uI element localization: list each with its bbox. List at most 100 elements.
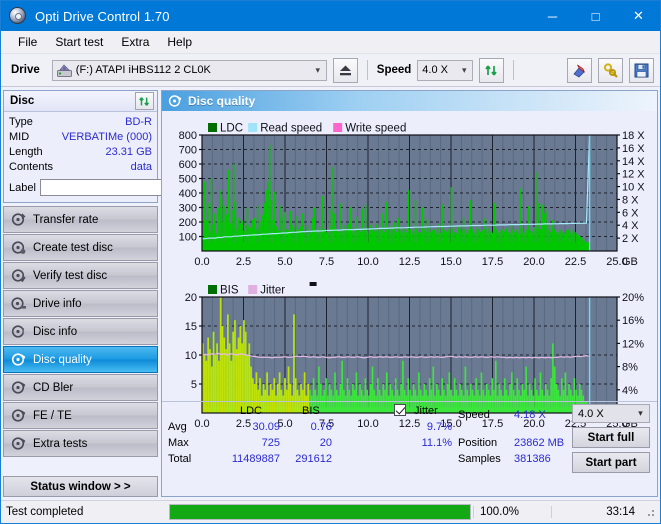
svg-text:8 X: 8 X xyxy=(622,194,639,206)
stats-speed-value: 4.18 X xyxy=(514,409,546,421)
stats-row-total-label: Total xyxy=(168,453,192,465)
left-panel: Disc Type BD-R MID VERBATIMe (000) Lengt… xyxy=(3,90,243,497)
sidebar-item-drive-info[interactable]: Drive info xyxy=(3,290,158,317)
stats-row-avg-label: Avg xyxy=(168,421,187,433)
stats-max-jitter: 11.1% xyxy=(421,437,452,449)
disc-extra-icon xyxy=(11,436,26,451)
toolbar: Drive (F:) ATAPI iHBS112 2 CL0K ▾ Speed xyxy=(1,54,660,87)
svg-text:17.5: 17.5 xyxy=(482,256,503,268)
svg-text:15: 15 xyxy=(185,321,197,333)
sidebar-item-label: Extra tests xyxy=(33,437,88,450)
refresh-button[interactable] xyxy=(479,57,505,83)
start-full-button[interactable]: Start full xyxy=(572,427,650,448)
disc-row-length-value: 23.31 GB xyxy=(105,146,152,158)
progress-bar xyxy=(169,504,471,520)
disc-quality-icon xyxy=(168,94,182,108)
menu-item-help[interactable]: Help xyxy=(158,33,201,51)
svg-text:16 X: 16 X xyxy=(622,143,645,155)
svg-text:5: 5 xyxy=(191,379,197,391)
stats-total-ldc: 11489887 xyxy=(231,453,280,465)
svg-text:10.0: 10.0 xyxy=(357,256,378,268)
sidebar-item-extra-tests[interactable]: Extra tests xyxy=(3,430,158,457)
elapsed-time: 33:14 xyxy=(551,506,643,518)
svg-text:700: 700 xyxy=(179,145,197,157)
start-part-button[interactable]: Start part xyxy=(572,452,650,473)
disc-drive-icon xyxy=(11,296,26,311)
stats-speed-label: Speed xyxy=(458,409,490,421)
disc-row-type-value: BD-R xyxy=(125,116,152,128)
disc-row-contents-key: Contents xyxy=(9,161,54,173)
disc-row-type: Type BD-R xyxy=(9,115,152,130)
sidebar-item-disc-quality[interactable]: Disc quality xyxy=(3,346,158,373)
svg-text:2.5: 2.5 xyxy=(236,256,251,268)
svg-text:20%: 20% xyxy=(622,292,644,304)
svg-text:600: 600 xyxy=(179,159,197,171)
disc-row-mid-key: MID xyxy=(9,131,30,143)
chevron-down-icon: ▾ xyxy=(462,64,467,75)
minimize-icon[interactable]: ─ xyxy=(531,1,574,31)
disc-label-key: Label xyxy=(9,181,36,194)
svg-text:5.0: 5.0 xyxy=(277,256,292,268)
disc-refresh-button[interactable] xyxy=(135,92,154,110)
sidebar-item-label: Disc quality xyxy=(33,353,92,366)
sidebar-item-cd-bler[interactable]: CD Bler xyxy=(3,374,158,401)
status-bar: Test completed 100.0% 33:14 xyxy=(1,500,660,523)
sidebar-item-create-test-disc[interactable]: Create test disc xyxy=(3,234,158,261)
svg-text:7.5: 7.5 xyxy=(319,256,334,268)
speed-select[interactable]: 4.0 X ▾ xyxy=(417,59,474,81)
stats-max-ldc: 725 xyxy=(261,437,280,449)
maximize-icon[interactable]: □ xyxy=(574,1,617,31)
svg-text:6 X: 6 X xyxy=(622,207,639,219)
speed-label: Speed xyxy=(376,64,412,76)
sidebar-item-fe-te[interactable]: FE / TE xyxy=(3,402,158,429)
stats-avg-bis: 0.76 xyxy=(310,421,332,433)
stats-samples-label: Samples xyxy=(458,453,501,465)
svg-text:16%: 16% xyxy=(622,315,644,327)
svg-text:Write speed: Write speed xyxy=(345,123,406,135)
svg-text:Jitter: Jitter xyxy=(260,285,285,297)
drive-select[interactable]: (F:) ATAPI iHBS112 2 CL0K ▾ xyxy=(51,59,327,81)
toolbar-separator xyxy=(513,60,515,80)
status-window-button[interactable]: Status window > > xyxy=(3,476,158,497)
close-icon[interactable]: ✕ xyxy=(617,1,660,31)
tools-button[interactable] xyxy=(598,57,623,83)
svg-text:18 X: 18 X xyxy=(622,130,645,142)
stats-row-max-label: Max xyxy=(168,437,189,449)
disc-box-title: Disc xyxy=(10,95,35,107)
menu-item-file[interactable]: File xyxy=(9,33,46,51)
disc-row-mid-value: VERBATIMe (000) xyxy=(61,131,152,143)
disc-info-box: Disc Type BD-R MID VERBATIMe (000) Lengt… xyxy=(3,90,243,203)
svg-text:12.5: 12.5 xyxy=(399,256,420,268)
test-speed-value: 4.0 X xyxy=(578,407,604,420)
jitter-checkbox[interactable] xyxy=(394,404,406,417)
stats-samples-value: 381386 xyxy=(514,453,551,465)
stats-avg-jitter: 9.7% xyxy=(426,421,452,433)
disc-quality-icon xyxy=(11,352,26,367)
eject-button[interactable] xyxy=(332,57,358,83)
sidebar-item-verify-test-disc[interactable]: Verify test disc xyxy=(3,262,158,289)
drive-icon xyxy=(56,63,72,77)
sidebar-item-label: Create test disc xyxy=(33,241,113,254)
menu-item-extra[interactable]: Extra xyxy=(112,33,158,51)
resize-grip-icon[interactable] xyxy=(643,505,657,519)
stats-position-value: 23862 MB xyxy=(514,437,565,449)
sidebar-item-disc-info[interactable]: Disc info xyxy=(3,318,158,345)
test-speed-select[interactable]: 4.0 X ▾ xyxy=(572,404,650,423)
erase-button[interactable] xyxy=(567,57,592,83)
svg-text:2 X: 2 X xyxy=(622,233,639,245)
disc-row-mid: MID VERBATIMe (000) xyxy=(9,130,152,145)
disc-row-length: Length 23.31 GB xyxy=(9,145,152,160)
ldc-read-speed-chart: LDC Read speed Write speed 100 200 300 400 500 6… xyxy=(179,123,646,269)
stats-col-bis: BIS xyxy=(302,405,320,417)
svg-text:100: 100 xyxy=(179,232,197,244)
disc-box-header: Disc xyxy=(4,91,157,112)
application-window: Opti Drive Control 1.70 ─ □ ✕ File Start… xyxy=(0,0,661,524)
save-button[interactable] xyxy=(629,57,654,83)
menu-item-start-test[interactable]: Start test xyxy=(46,33,112,51)
stats-col-ldc: LDC xyxy=(240,405,263,417)
sidebar-item-transfer-rate[interactable]: Transfer rate xyxy=(3,206,158,233)
svg-text:4%: 4% xyxy=(622,385,638,397)
svg-text:200: 200 xyxy=(179,217,197,229)
toolbar-separator xyxy=(366,60,368,80)
stats-panel: LDC BIS Avg Max Total 30.09 725 11489887… xyxy=(162,401,657,496)
